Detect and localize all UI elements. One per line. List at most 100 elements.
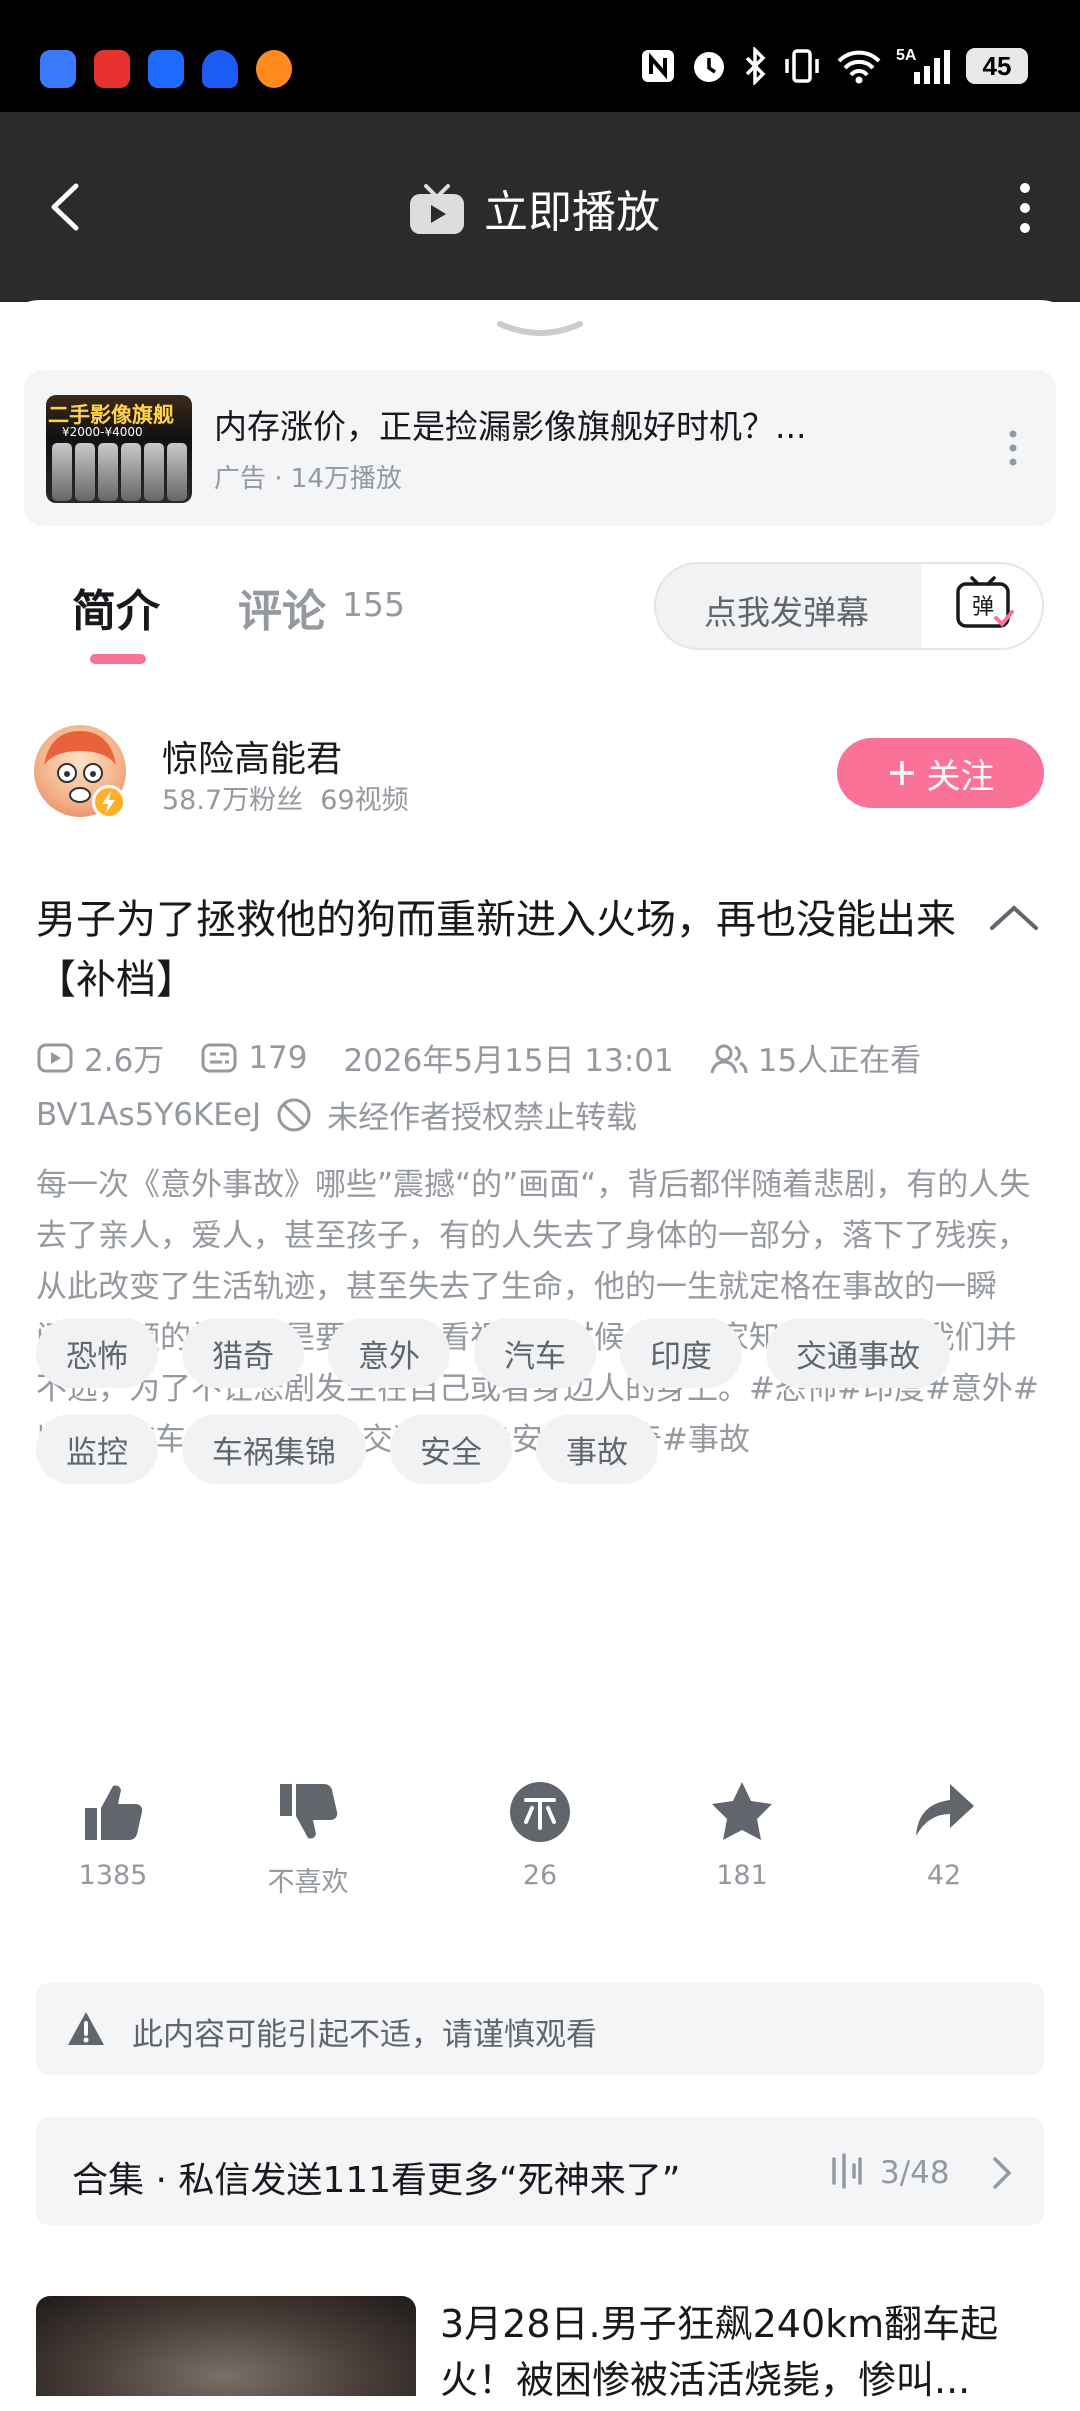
- recommended-video-title[interactable]: 3月28日.男子狂飙240km翻车起火！被困惨被活活烧毙，惨叫...: [440, 2296, 1040, 2408]
- share-count: 42: [926, 1860, 962, 1891]
- tab-intro[interactable]: 简介: [72, 575, 160, 639]
- dislike-button[interactable]: 不喜欢: [238, 1778, 378, 1899]
- play-now-button[interactable]: 立即播放: [408, 176, 660, 240]
- coin-count: 26: [522, 1860, 558, 1891]
- battery-indicator: 45: [966, 48, 1028, 84]
- wifi-icon: [836, 46, 882, 86]
- video-title: 男子为了拯救他的狗而重新进入火场，再也没能出来【补档】: [36, 897, 956, 1003]
- thumbs-down-icon: [280, 1784, 338, 1839]
- viewers-icon: [710, 1044, 748, 1073]
- comments-count: 155: [342, 585, 405, 624]
- danmaku-toggle-button[interactable]: 弹: [922, 564, 1042, 648]
- share-button[interactable]: 42: [874, 1778, 1014, 1891]
- collection-title: 合集 · 私信发送111看更多“死神来了”: [72, 2160, 681, 2201]
- favorite-count: 181: [716, 1860, 768, 1891]
- tag-chip[interactable]: 汽车: [474, 1318, 596, 1388]
- app-icon: [148, 50, 184, 88]
- ad-thumbnail-price: ¥2000-¥4000: [62, 425, 143, 439]
- view-count: 2.6万: [84, 1043, 165, 1079]
- publish-date: 2026年5月15日 13:01: [343, 1043, 674, 1079]
- system-status-icons: 5A 45: [640, 46, 1028, 86]
- warning-triangle-icon: [68, 2012, 104, 2045]
- bvid[interactable]: BV1As5Y6KEeJ: [36, 1097, 261, 1133]
- app-icon: [40, 50, 76, 88]
- uploader-stats: 58.7万粉丝 69视频: [162, 778, 409, 817]
- ad-more-button[interactable]: [1006, 426, 1020, 470]
- ad-card[interactable]: 二手影像旗舰 ¥2000-¥4000 内存涨价，正是捡漏影像旗舰好时机？... …: [24, 370, 1056, 526]
- collapse-button[interactable]: [984, 900, 1044, 936]
- collection-bar[interactable]: 合集 · 私信发送111看更多“死神来了” 3/48: [36, 2117, 1044, 2225]
- tag-chip[interactable]: 监控: [36, 1414, 158, 1484]
- like-count: 1385: [78, 1860, 148, 1891]
- thumbs-up-icon: [85, 1785, 143, 1840]
- sheet-drag-handle[interactable]: [490, 318, 590, 342]
- warning-text: 此内容可能引起不适，请谨慎观看: [132, 2017, 597, 2053]
- play-count-icon: [37, 1043, 73, 1072]
- app-icon: [256, 50, 292, 88]
- danmaku-input[interactable]: 点我发弹幕 弹: [654, 562, 1044, 650]
- cellular-signal-icon: 5A: [896, 46, 952, 86]
- follow-label: 关注: [926, 756, 995, 797]
- play-now-label: 立即播放: [484, 187, 660, 238]
- share-arrow-icon: [916, 1784, 974, 1836]
- action-bar: 1385 不喜欢 26 181 42: [40, 1778, 1040, 1898]
- watching-now: 15人正在看: [757, 1043, 922, 1079]
- like-button[interactable]: 1385: [43, 1778, 183, 1891]
- tab-comments[interactable]: 评论: [238, 575, 326, 639]
- tv-play-icon: [410, 184, 464, 234]
- uploader-videos: 69视频: [320, 785, 409, 816]
- top-nav-bar: 立即播放: [0, 112, 1080, 302]
- tag-chip[interactable]: 事故: [536, 1414, 658, 1484]
- ad-thumbnail: 二手影像旗舰 ¥2000-¥4000: [46, 395, 192, 503]
- content-warning: 此内容可能引起不适，请谨慎观看: [36, 1983, 1044, 2075]
- tag-chip[interactable]: 安全: [390, 1414, 512, 1484]
- alarm-icon: [690, 46, 728, 86]
- ad-title: 内存涨价，正是捡漏影像旗舰好时机？...: [214, 407, 807, 446]
- tag-list: 恐怖 猎奇 意外 汽车 印度 交通事故 监控 车祸集锦 安全 事故: [36, 1318, 1046, 1484]
- network-type-label: 5A: [896, 47, 917, 64]
- active-tab-indicator: [90, 654, 146, 664]
- tag-chip[interactable]: 恐怖: [36, 1318, 158, 1388]
- tag-chip[interactable]: 猎奇: [182, 1318, 304, 1388]
- chevron-up-icon: [990, 905, 1038, 930]
- follow-button[interactable]: 关注: [837, 738, 1044, 808]
- back-arrow-icon: [51, 183, 79, 231]
- video-detail-sheet: 二手影像旗舰 ¥2000-¥4000 内存涨价，正是捡漏影像旗舰好时机？... …: [0, 300, 1080, 2411]
- danmaku-count: 179: [248, 1039, 308, 1076]
- playlist-icon: [832, 2153, 862, 2189]
- tag-chip[interactable]: 车祸集锦: [182, 1414, 366, 1484]
- danmaku-placeholder: 点我发弹幕: [704, 593, 869, 632]
- more-vertical-icon: [1009, 430, 1017, 466]
- coin-icon: [510, 1782, 570, 1842]
- chevron-right-icon: [993, 2157, 1012, 2189]
- nfc-icon: [640, 46, 676, 86]
- no-repost-icon: [277, 1098, 311, 1131]
- video-id-row: BV1As5Y6KEeJ 未经作者授权禁止转载: [36, 1092, 637, 1137]
- danmaku-icon-label: 弹: [972, 595, 994, 620]
- notification-app-icons: [40, 50, 292, 88]
- dislike-label: 不喜欢: [267, 1867, 349, 1898]
- recommended-video-thumbnail[interactable]: [36, 2296, 416, 2396]
- uploader-name[interactable]: 惊险高能君: [162, 730, 342, 782]
- ad-meta: 广告 · 14万播放: [214, 464, 402, 494]
- more-vertical-icon: [1020, 183, 1030, 233]
- tag-chip[interactable]: 交通事故: [766, 1318, 950, 1388]
- plus-icon: [889, 761, 914, 785]
- tag-chip[interactable]: 意外: [328, 1318, 450, 1388]
- coin-button[interactable]: 26: [470, 1778, 610, 1891]
- video-stats-row: 2.6万 179 2026年5月15日 13:01 15人正在看: [36, 1035, 921, 1080]
- danmaku-count-icon: [201, 1043, 237, 1072]
- lightning-badge-icon: [92, 785, 126, 819]
- status-bar: 5A 45: [0, 0, 1080, 112]
- back-button[interactable]: [40, 172, 90, 242]
- drag-handle-icon: [497, 321, 583, 336]
- more-options-button[interactable]: [1010, 178, 1040, 238]
- vibrate-icon: [782, 46, 822, 86]
- favorite-button[interactable]: 181: [672, 1778, 812, 1891]
- app-icon: [94, 50, 130, 88]
- danmaku-icon: 弹: [956, 576, 1014, 628]
- bluetooth-icon: [742, 46, 768, 86]
- tag-chip[interactable]: 印度: [620, 1318, 742, 1388]
- ad-phones-image: [52, 443, 187, 501]
- repost-notice: 未经作者授权禁止转载: [327, 1100, 638, 1136]
